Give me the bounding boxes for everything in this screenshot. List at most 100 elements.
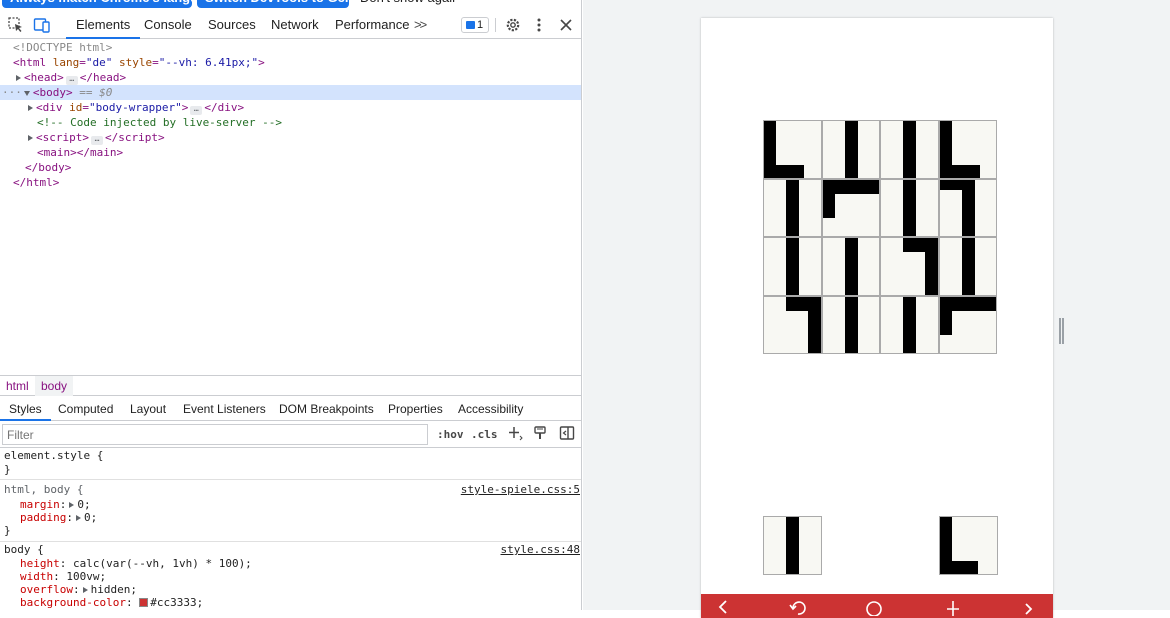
ellipsis-icon[interactable]: …	[65, 75, 78, 85]
device-toolbar-icon[interactable]	[33, 16, 51, 34]
html-close-tag-name: html	[26, 176, 53, 189]
puzzle-tile[interactable]	[821, 237, 880, 296]
emulated-device-screen	[701, 18, 1053, 618]
more-tabs-chevron-icon[interactable]: >>	[414, 11, 427, 39]
puzzle-tile[interactable]	[880, 295, 939, 354]
ellipsis-icon[interactable]: …	[91, 135, 103, 145]
puzzle-tile[interactable]	[880, 237, 939, 296]
styles-pane: element.style { } html, body { style-spi…	[0, 449, 581, 610]
expand-triangle-icon[interactable]	[28, 105, 33, 111]
plus-icon[interactable]	[944, 598, 962, 618]
puzzle-tile[interactable]	[938, 237, 997, 296]
tree-script[interactable]: <script>… </script>	[0, 130, 581, 145]
undo-icon[interactable]	[789, 598, 807, 618]
tab-computed[interactable]: Computed	[58, 397, 113, 421]
expand-triangle-icon[interactable]	[69, 502, 75, 508]
puzzle-tile[interactable]	[763, 237, 822, 296]
pipe-segment	[786, 517, 799, 574]
breadcrumb-body[interactable]: body	[35, 376, 74, 396]
puzzle-tile[interactable]	[821, 120, 880, 179]
prop-value: 0;	[83, 511, 98, 524]
puzzle-tile[interactable]	[821, 178, 880, 237]
expand-triangle-icon[interactable]	[82, 587, 88, 593]
main-tag-name: main	[43, 146, 71, 159]
plus-icon[interactable]	[507, 425, 523, 443]
prop-value: 0;	[77, 498, 91, 511]
viewport-resize-handle[interactable]	[1059, 318, 1064, 344]
switch-german-button[interactable]: Switch DevTools to German	[197, 0, 349, 8]
puzzle-tile[interactable]	[763, 178, 822, 237]
tab-console[interactable]: Console	[144, 11, 192, 39]
style-prop-height[interactable]: height: calc(var(--vh, 1vh) * 100);	[20, 557, 252, 570]
puzzle-tile[interactable]	[938, 295, 997, 354]
puzzle-tile[interactable]	[938, 120, 997, 179]
style-prop-margin[interactable]: margin: 0;	[20, 498, 91, 511]
dont-show-again-button[interactable]: Don't show again	[352, 0, 457, 8]
tab-sources[interactable]: Sources	[208, 11, 256, 39]
pipe-segment	[925, 238, 938, 295]
expand-triangle-icon[interactable]	[75, 515, 81, 521]
puzzle-tile[interactable]	[880, 178, 939, 237]
style-prop-overflow[interactable]: overflow: hidden;	[20, 583, 137, 596]
rule-body-selector[interactable]: body {	[4, 543, 44, 556]
puzzle-tile[interactable]	[763, 295, 822, 354]
issues-badge[interactable]: 1	[461, 17, 489, 33]
tab-styles[interactable]: Styles	[0, 397, 51, 421]
puzzle-tile[interactable]	[821, 295, 880, 354]
breadcrumb-html[interactable]: html	[0, 376, 35, 396]
tree-doctype[interactable]: <!DOCTYPE html>	[0, 40, 581, 55]
reset-circle-icon[interactable]	[865, 598, 883, 618]
tree-div-wrapper[interactable]: <div id="body-wrapper">… </div>	[0, 100, 581, 115]
puzzle-tile[interactable]	[763, 120, 822, 179]
expand-triangle-icon[interactable]	[28, 135, 33, 141]
puzzle-tile[interactable]	[938, 178, 997, 237]
div-tag-name: div	[42, 101, 63, 114]
tree-body-close[interactable]: </body>	[0, 160, 581, 175]
more-options-icon[interactable]	[530, 16, 548, 34]
puzzle-tile[interactable]	[880, 120, 939, 179]
style-prop-width[interactable]: width: 100vw;	[20, 570, 106, 583]
match-language-button[interactable]: Always match Chrome's language	[2, 0, 192, 8]
tree-head[interactable]: <head>… </head>	[0, 70, 581, 85]
tab-elements[interactable]: Elements	[66, 11, 141, 39]
tray-tile-straight[interactable]	[763, 516, 822, 575]
div-close-tag-name: div	[217, 101, 238, 114]
style-prop-background-color[interactable]: background-color: #cc3333;	[20, 596, 203, 609]
class-toggle[interactable]: .cls	[471, 426, 498, 444]
color-swatch[interactable]	[139, 598, 149, 607]
tree-main[interactable]: <main></main>	[0, 145, 581, 160]
tab-properties[interactable]: Properties	[388, 397, 443, 421]
ellipsis-icon[interactable]: …	[190, 105, 203, 115]
collapse-triangle-icon[interactable]	[23, 91, 30, 96]
tab-network[interactable]: Network	[271, 11, 319, 39]
tab-layout[interactable]: Layout	[130, 397, 166, 421]
gear-icon[interactable]	[504, 16, 522, 34]
tree-comment[interactable]: <!-- Code injected by live-server -->	[0, 115, 581, 130]
tab-dom-breakpoints[interactable]: DOM Breakpoints	[279, 397, 374, 421]
tree-html-close[interactable]: </html>	[0, 175, 581, 190]
tree-body-selected[interactable]: ··· <body> == $0	[0, 85, 581, 100]
forward-arrow-icon[interactable]	[1019, 598, 1037, 618]
tab-accessibility[interactable]: Accessibility	[458, 397, 523, 421]
expand-triangle-icon[interactable]	[16, 75, 21, 81]
filter-input[interactable]	[2, 424, 428, 445]
paint-brush-icon[interactable]	[532, 425, 548, 443]
rule-html-body-selector[interactable]: html, body {	[4, 483, 83, 496]
close-icon[interactable]	[557, 16, 575, 34]
rule-divider	[0, 541, 581, 542]
tab-performance[interactable]: Performance	[335, 11, 409, 39]
tray-tile-corner[interactable]	[939, 516, 998, 575]
rule-element-style-selector[interactable]: element.style {	[4, 449, 103, 462]
html-tag-name: html	[19, 56, 47, 69]
rule-divider	[0, 479, 581, 480]
tree-html-open[interactable]: <html lang="de" style="--vh: 6.41px;">	[0, 55, 581, 70]
node-menu-dots-icon[interactable]: ···	[2, 86, 22, 99]
style-prop-padding[interactable]: padding: 0;	[20, 511, 97, 524]
inspect-element-icon[interactable]	[7, 16, 25, 34]
sidebar-toggle-icon[interactable]	[559, 425, 575, 443]
rule-body-source-link[interactable]: style.css:48	[501, 543, 580, 556]
rule-html-body-source-link[interactable]: style-spiele.css:5	[461, 483, 580, 496]
back-arrow-icon[interactable]	[715, 598, 733, 618]
tab-event-listeners[interactable]: Event Listeners	[183, 397, 266, 421]
hover-state-toggle[interactable]: :hov	[437, 426, 464, 444]
